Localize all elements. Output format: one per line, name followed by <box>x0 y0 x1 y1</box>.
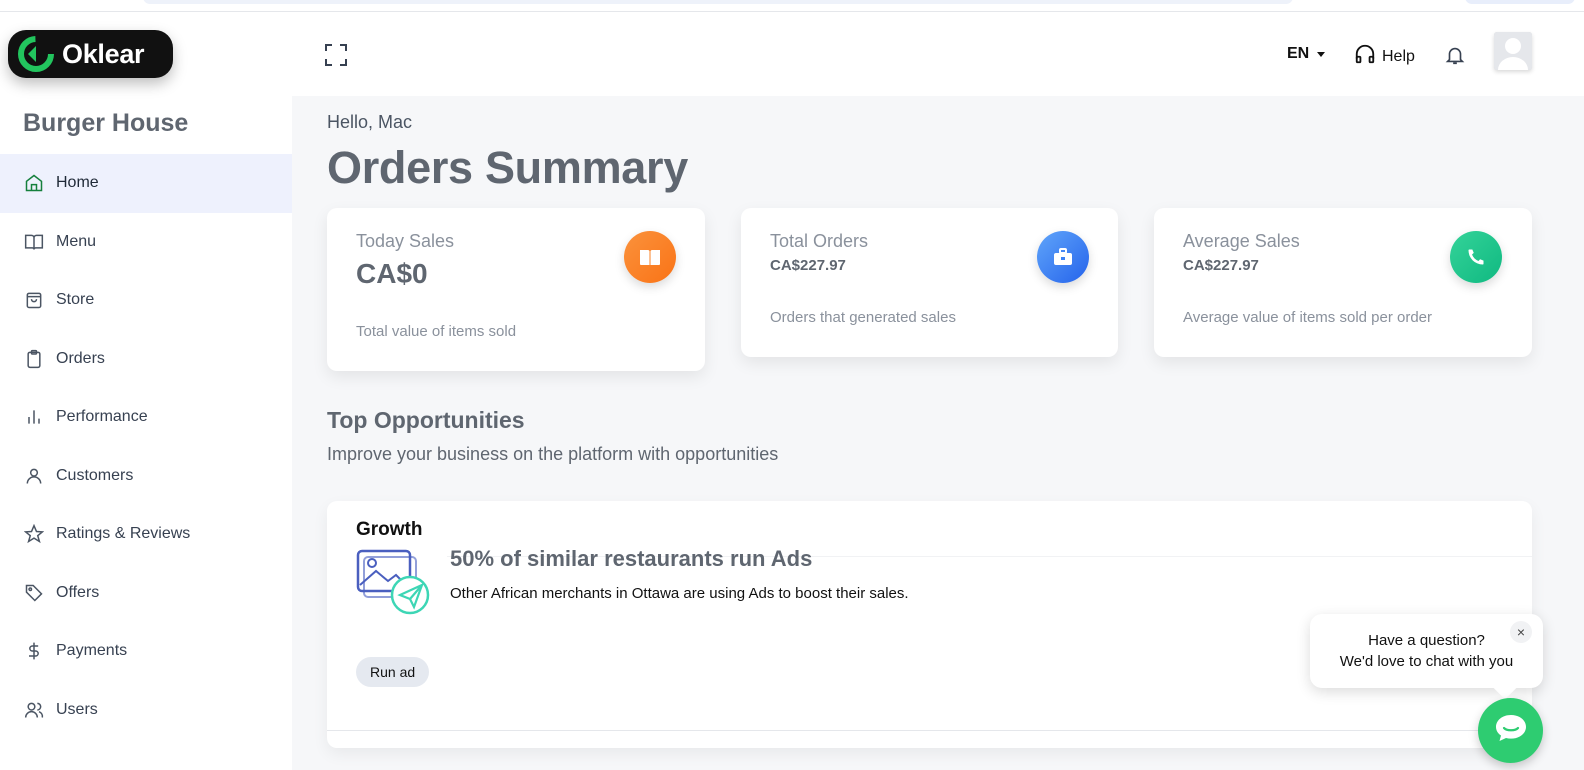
help-button[interactable]: Help <box>1354 43 1415 70</box>
sidebar-item-label: Customers <box>56 466 134 484</box>
stat-value: CA$227.97 <box>770 257 846 274</box>
close-icon[interactable]: × <box>1510 621 1532 643</box>
stat-description: Total value of items sold <box>356 323 517 340</box>
language-select[interactable]: EN <box>1287 45 1326 63</box>
dollar-icon <box>24 641 44 661</box>
opportunity-tag: Growth <box>356 519 423 540</box>
stat-label: Total Orders <box>770 231 869 251</box>
divider <box>327 730 1532 731</box>
browser-top-strip <box>0 0 1584 12</box>
brand-name: Oklear <box>62 38 145 69</box>
greeting: Hello, Mac <box>327 112 413 132</box>
shopping-bag-icon <box>24 290 44 310</box>
stat-card-today-sales: Today Sales CA$0 Total value of items so… <box>327 208 705 371</box>
sidebar-item-store[interactable]: Store <box>0 271 292 330</box>
browser-control <box>1465 0 1575 4</box>
opportunity-headline: 50% of similar restaurants run Ads <box>450 546 813 571</box>
oklear-logo-icon <box>18 36 54 72</box>
stat-description: Orders that generated sales <box>770 309 956 326</box>
user-icon <box>24 466 44 486</box>
home-icon <box>24 173 44 193</box>
chat-launcher-button[interactable] <box>1478 698 1543 763</box>
page-title: Orders Summary <box>327 142 688 193</box>
ads-illustration-icon <box>356 549 432 615</box>
chat-prompt[interactable]: Have a question? We'd love to chat with … <box>1310 614 1543 688</box>
address-bar <box>143 0 1293 4</box>
top-header: EN Help <box>292 12 1584 96</box>
stat-label: Today Sales <box>356 231 455 251</box>
opportunity-body: Other African merchants in Ottawa are us… <box>450 585 909 602</box>
oklear-logo[interactable]: Oklear <box>8 30 173 78</box>
headphones-icon <box>1354 43 1376 70</box>
sidebar-item-performance[interactable]: Performance <box>0 388 292 447</box>
sidebar-item-menu[interactable]: Menu <box>0 213 292 272</box>
briefcase-icon <box>1037 231 1089 283</box>
sidebar-item-label: Performance <box>56 408 148 426</box>
avatar[interactable] <box>1494 32 1532 70</box>
stat-value: CA$227.97 <box>1183 257 1259 274</box>
section-title: Top Opportunities <box>327 407 525 433</box>
sidebar-item-label: Home <box>56 174 99 192</box>
sidebar: Oklear Burger House Home Menu Store Orde… <box>0 12 292 770</box>
sidebar-item-label: Offers <box>56 583 100 601</box>
tag-icon <box>24 583 44 603</box>
sidebar-item-users[interactable]: Users <box>0 681 292 740</box>
chat-prompt-line1: Have a question? <box>1368 632 1485 649</box>
users-icon <box>24 700 44 720</box>
sidebar-item-ratings-reviews[interactable]: Ratings & Reviews <box>0 505 292 564</box>
fullscreen-icon[interactable] <box>325 44 347 66</box>
language-value: EN <box>1287 45 1310 62</box>
phone-icon <box>1450 231 1502 283</box>
clipboard-icon <box>24 349 44 369</box>
stat-description: Average value of items sold per order <box>1183 309 1433 326</box>
stat-card-total-orders: Total Orders CA$227.97 Orders that gener… <box>741 208 1118 357</box>
bar-chart-icon <box>24 407 44 427</box>
chat-prompt-line2: We'd love to chat with you <box>1339 653 1514 670</box>
book-icon <box>624 231 676 283</box>
book-open-icon <box>24 232 44 252</box>
sidebar-item-customers[interactable]: Customers <box>0 447 292 506</box>
sidebar-item-payments[interactable]: Payments <box>0 622 292 681</box>
sidebar-item-label: Ratings & Reviews <box>56 525 191 543</box>
help-label: Help <box>1382 47 1415 65</box>
sidebar-item-offers[interactable]: Offers <box>0 564 292 623</box>
run-ad-button[interactable]: Run ad <box>356 657 430 687</box>
section-subtitle: Improve your business on the platform wi… <box>327 444 779 464</box>
sidebar-item-home[interactable]: Home <box>0 154 292 213</box>
star-icon <box>24 524 44 544</box>
sidebar-item-label: Store <box>56 291 95 309</box>
chat-bubble-icon <box>1494 713 1528 748</box>
sidebar-item-label: Menu <box>56 232 97 250</box>
sidebar-item-label: Users <box>56 700 98 718</box>
store-name: Burger House <box>23 109 189 137</box>
stat-value: CA$0 <box>356 258 428 289</box>
sidebar-item-label: Orders <box>56 349 105 367</box>
sidebar-item-label: Payments <box>56 642 128 660</box>
chevron-down-icon <box>1317 51 1326 57</box>
sidebar-item-orders[interactable]: Orders <box>0 330 292 389</box>
stat-label: Average Sales <box>1183 231 1300 251</box>
bell-icon[interactable] <box>1444 44 1466 66</box>
sidebar-nav: Home Menu Store Orders Performance Custo… <box>0 154 292 739</box>
stat-card-average-sales: Average Sales CA$227.97 Average value of… <box>1154 208 1532 357</box>
